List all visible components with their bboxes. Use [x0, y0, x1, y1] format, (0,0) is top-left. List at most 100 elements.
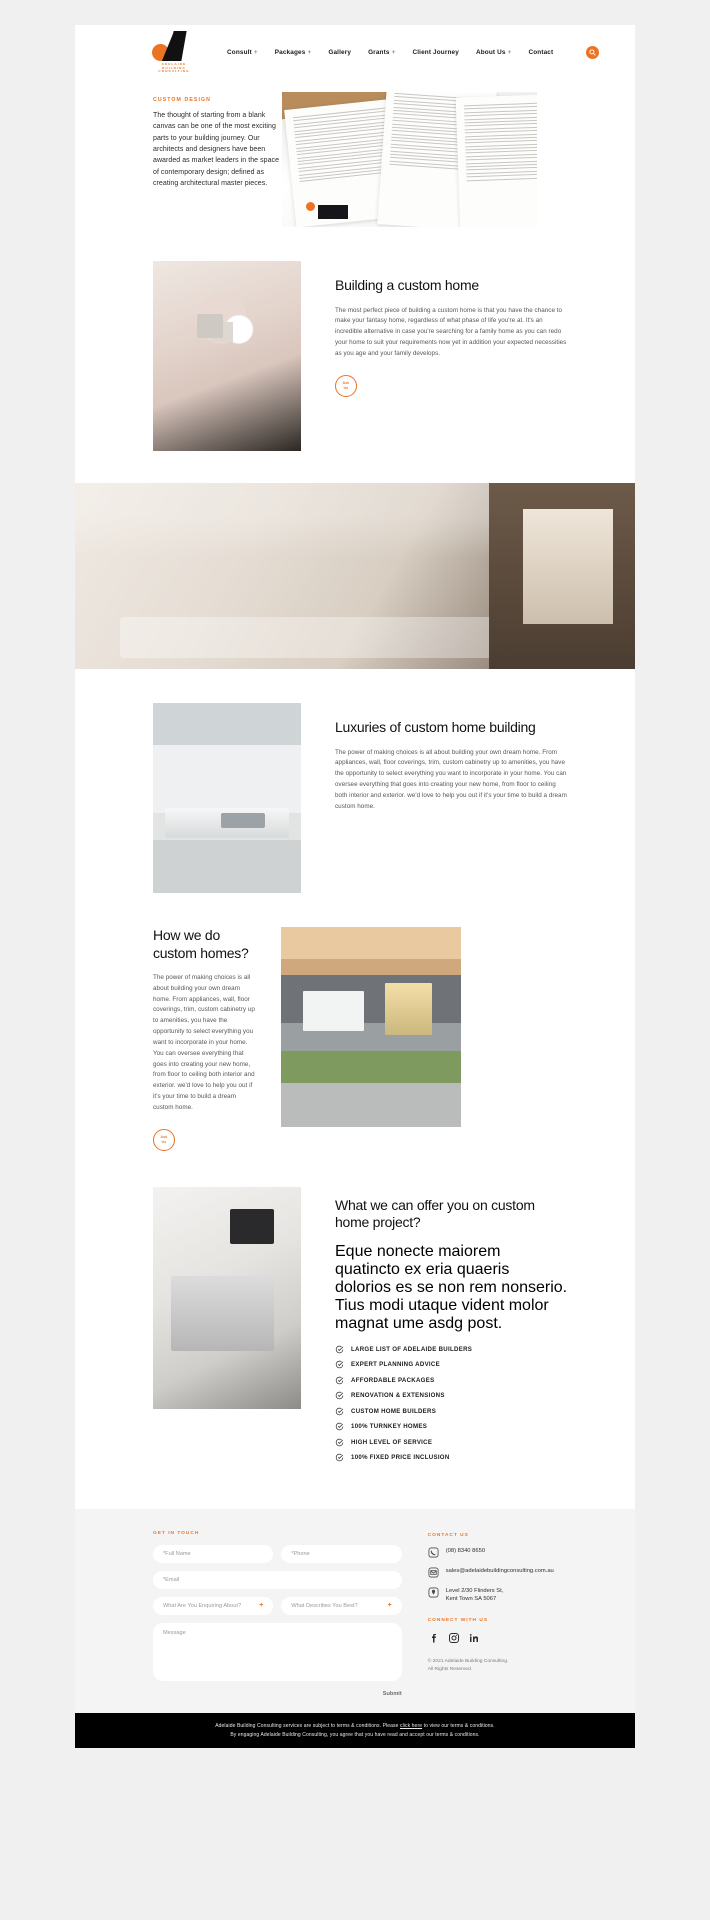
checklist-item: HIGH LEVEL OF SERVICE [335, 1438, 569, 1447]
linkedin-icon[interactable] [468, 1632, 480, 1644]
address-line-1: Level 2/30 Flinders St, [445, 1587, 504, 1594]
check-circle-icon [335, 1345, 344, 1353]
section-building-custom-home: Building a custom home The most perfect … [75, 227, 635, 451]
facebook-icon[interactable] [428, 1632, 440, 1644]
instagram-icon[interactable] [448, 1632, 460, 1644]
checklist-item-label: AFFORDABLE PACKAGES [351, 1376, 435, 1384]
section-body: What we can offer you on custom home pro… [301, 1187, 635, 1469]
offer-checklist: LARGE LIST OF ADELAIDE BUILDERS EXPERT PL… [335, 1345, 569, 1463]
contact-phone-text: (08) 8340 8650 [445, 1547, 486, 1554]
terms-line-1-pre: Adelaide Building Consulting services ar… [215, 1722, 400, 1729]
nav-item-consult[interactable]: Consult + [227, 49, 258, 56]
image-laptop-plans [153, 1186, 301, 1409]
copyright-text: © 2021 Adelaide Building Consulting. All… [428, 1658, 567, 1673]
describes-select[interactable]: What Describes You Best? + [281, 1596, 402, 1615]
ask-us-button[interactable]: Ask Us [153, 1128, 175, 1151]
page-root: ADELAIDE BUILDING CONSULTING Consult + Pa… [0, 0, 710, 1920]
terms-line-1-post: to view our terms & conditions. [422, 1722, 495, 1729]
form-row: *Full Name *Phone [153, 1544, 402, 1563]
plus-icon: + [507, 49, 512, 56]
image-house-exterior [281, 927, 461, 1127]
message-textarea[interactable]: Message [153, 1622, 402, 1681]
logo-dot-decor [306, 202, 315, 211]
plus-icon: + [253, 49, 258, 56]
section-paragraph: The most perfect piece of building a cus… [335, 306, 567, 357]
image-kitchen-bench [153, 703, 301, 893]
ask-us-line-2: Us [161, 1139, 167, 1144]
checklist-item: LARGE LIST OF ADELAIDE BUILDERS [335, 1345, 569, 1354]
sofa-shape [165, 572, 423, 613]
enquiry-select[interactable]: What Are You Enquiring About? + [153, 1596, 274, 1615]
section-title: Building a custom home [335, 277, 479, 293]
check-circle-icon [335, 1392, 344, 1400]
nav-item-gallery[interactable]: Gallery [328, 49, 351, 56]
checklist-item: 100% TURNKEY HOMES [335, 1422, 569, 1431]
document-sheet [455, 94, 537, 227]
section-paragraph: The power of making choices is all about… [153, 974, 255, 1111]
plus-icon: + [387, 1602, 392, 1610]
logo-wordmark: ADELAIDE BUILDING CONSULTING [158, 62, 189, 74]
logo-mark-icon [152, 31, 196, 62]
section-paragraph: Eque nonecte maiorem quatincto ex eria q… [335, 1242, 568, 1332]
contact-eyebrow: CONTACT US [427, 1532, 469, 1538]
terms-line-2: By engaging Adelaide Building Consulting… [230, 1731, 480, 1738]
search-icon[interactable] [586, 46, 600, 59]
phone-icon [428, 1547, 439, 1558]
plus-icon: + [307, 49, 312, 56]
terms-line-1: Adelaide Building Consulting services ar… [75, 1722, 635, 1731]
image-material-samples [153, 261, 301, 451]
checklist-item-label: RENOVATION & EXTENSIONS [351, 1392, 445, 1400]
contact-email-text: sales@adelaidebuildingconsulting.com.au [445, 1567, 554, 1574]
email-input[interactable]: *Email [153, 1570, 402, 1589]
checklist-item-label: 100% TURNKEY HOMES [351, 1423, 428, 1431]
nav-item-about-us[interactable]: About Us + [476, 49, 512, 56]
full-name-input[interactable]: *Full Name [153, 1544, 274, 1563]
section-title: How we do custom homes? [153, 927, 249, 961]
check-circle-icon [335, 1423, 344, 1431]
intro-section: CUSTOM DESIGN The thought of starting fr… [75, 80, 635, 227]
form-eyebrow: GET IN TOUCH [153, 1530, 200, 1536]
intro-text-block: CUSTOM DESIGN The thought of starting fr… [75, 92, 280, 227]
checklist-item-label: LARGE LIST OF ADELAIDE BUILDERS [351, 1345, 473, 1353]
nav-item-grants[interactable]: Grants + [368, 49, 395, 56]
terms-link[interactable]: click here [400, 1723, 422, 1729]
site-header: ADELAIDE BUILDING CONSULTING Consult + Pa… [75, 25, 635, 80]
copyright-line-1: © 2021 Adelaide Building Consulting. [427, 1659, 509, 1665]
nav-item-contact[interactable]: Contact [528, 49, 553, 56]
checklist-item-label: 100% FIXED PRICE INCLUSION [351, 1454, 450, 1462]
check-circle-icon [335, 1438, 344, 1446]
contact-address-text: Level 2/30 Flinders St, Kent Town SA 506… [446, 1587, 504, 1604]
checklist-item: AFFORDABLE PACKAGES [335, 1376, 569, 1385]
check-circle-icon [335, 1454, 344, 1462]
form-row: What Are You Enquiring About? + What Des… [153, 1596, 402, 1615]
contact-address[interactable]: Level 2/30 Flinders St, Kent Town SA 506… [428, 1587, 567, 1604]
section-what-we-offer: What we can offer you on custom home pro… [75, 1151, 635, 1509]
checklist-item-label: CUSTOM HOME BUILDERS [351, 1407, 437, 1415]
mail-icon [428, 1567, 439, 1578]
nav-item-packages[interactable]: Packages + [275, 49, 312, 56]
site-footer: GET IN TOUCH *Full Name *Phone *Email Wh… [75, 1508, 635, 1713]
plus-icon: + [259, 1602, 264, 1610]
logo[interactable]: ADELAIDE BUILDING CONSULTING [147, 31, 201, 74]
section-body: Luxuries of custom home building The pow… [301, 703, 635, 893]
logo-block-decor [318, 205, 348, 219]
ask-us-button[interactable]: Ask Us [335, 374, 357, 397]
intro-paragraph: The thought of starting from a blank can… [153, 112, 280, 187]
submit-button[interactable]: Submit [153, 1691, 402, 1697]
checklist-item-label: EXPERT PLANNING ADVICE [351, 1361, 440, 1369]
phone-input[interactable]: *Phone [281, 1544, 402, 1563]
nav-item-client-journey[interactable]: Client Journey [412, 49, 459, 56]
describes-select-label: What Describes You Best? [291, 1602, 358, 1609]
plus-icon: + [391, 49, 396, 56]
contact-email[interactable]: sales@adelaidebuildingconsulting.com.au [428, 1567, 567, 1578]
check-circle-icon [335, 1407, 344, 1415]
contact-form: GET IN TOUCH *Full Name *Phone *Email Wh… [153, 1531, 402, 1697]
footer-contact-column: CONTACT US (08) 8340 8650 sales@adelaide… [428, 1531, 567, 1697]
banner-image-living-room [75, 483, 635, 669]
main-nav: Consult + Packages + Gallery Grants + Clien… [227, 46, 600, 59]
section-body: Building a custom home The most perfect … [301, 261, 635, 451]
contact-phone[interactable]: (08) 8340 8650 [428, 1547, 567, 1558]
checklist-item-label: HIGH LEVEL OF SERVICE [351, 1438, 433, 1446]
form-row: *Email [153, 1570, 402, 1589]
section-body: How we do custom homes? The power of mak… [75, 927, 255, 1151]
